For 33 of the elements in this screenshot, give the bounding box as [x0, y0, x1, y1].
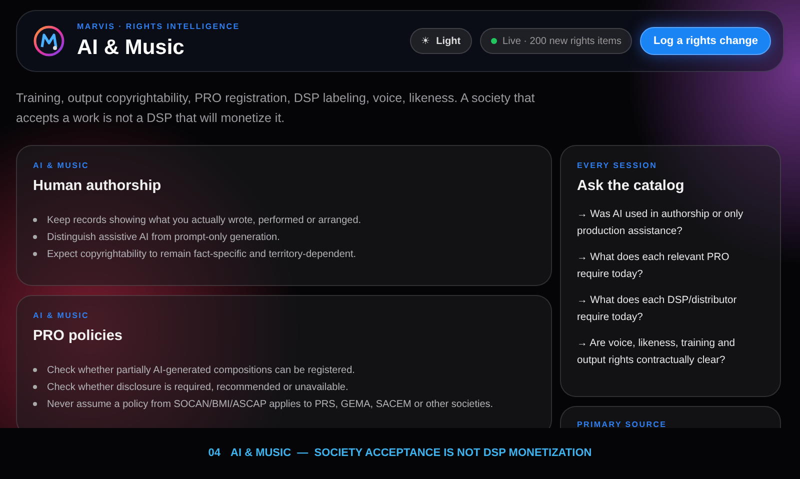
question-text: → What does each relevant PRO require today? [577, 250, 730, 282]
card-eyebrow: PRIMARY SOURCE [577, 421, 668, 428]
caption-text: AI & MUSIC — SOCIETY ACCEPTANCE IS NOT DSP MONETIZATION [230, 446, 592, 462]
question-text: → Are voice, likeness, training and output rights contractually clear? [577, 336, 736, 368]
question-text: → What does each DSP/distributor require today? [577, 294, 738, 326]
theme-toggle[interactable]: ☀ Light [410, 28, 472, 54]
bullet-item: Distinguish assistive AI from prompt-only generation. [47, 230, 280, 245]
card-eyebrow: AI & MUSIC [33, 162, 90, 170]
bullet-item: Check whether disclosure is required, recommended or unavailable. [47, 380, 348, 395]
card-title: Human authorship [33, 177, 162, 196]
bullet-icon [33, 235, 37, 240]
bullet-icon [33, 402, 37, 406]
page-title: AI & Music [77, 36, 186, 60]
card-title: Ask the catalog [577, 177, 686, 196]
bullet-item: Keep records showing what you actually wrote, performed or arranged. [47, 214, 362, 228]
card-eyebrow: EVERY SESSION [577, 162, 658, 170]
card-title: PRO policies [33, 327, 124, 346]
bullet-item: Expect copyrightability to remain fact-specific and territory-dependent. [47, 248, 356, 262]
bullet-item: Check whether partially AI-generated compositions can be registered. [47, 364, 355, 378]
question-text: → Was AI used in authorship or only production assistance? [577, 208, 744, 240]
intro-text: Training, output copyrightability, PRO registration, DSP labeling, voice, likeness. A society that accepts a work is not a DSP that will monetize it. [16, 90, 536, 127]
card-eyebrow: AI & MUSIC [33, 312, 90, 320]
logo-icon [33, 25, 65, 57]
caption-number: 04 [208, 446, 221, 462]
live-status-text: Live · 200 new rights items [502, 34, 622, 48]
bullet-icon [33, 385, 37, 390]
bullet-icon [33, 218, 37, 222]
brand-eyebrow: MARVIS · RIGHTS INTELLIGENCE [77, 22, 240, 31]
bullet-item: Never assume a policy from SOCAN/BMI/ASCAP applies to PRS, GEMA, SACEM or other societies. [47, 398, 494, 412]
bullet-icon [33, 368, 37, 372]
sun-icon: ☀ [421, 34, 430, 48]
log-change-button[interactable]: Log a rights change [640, 27, 771, 55]
bullet-icon [33, 252, 37, 256]
